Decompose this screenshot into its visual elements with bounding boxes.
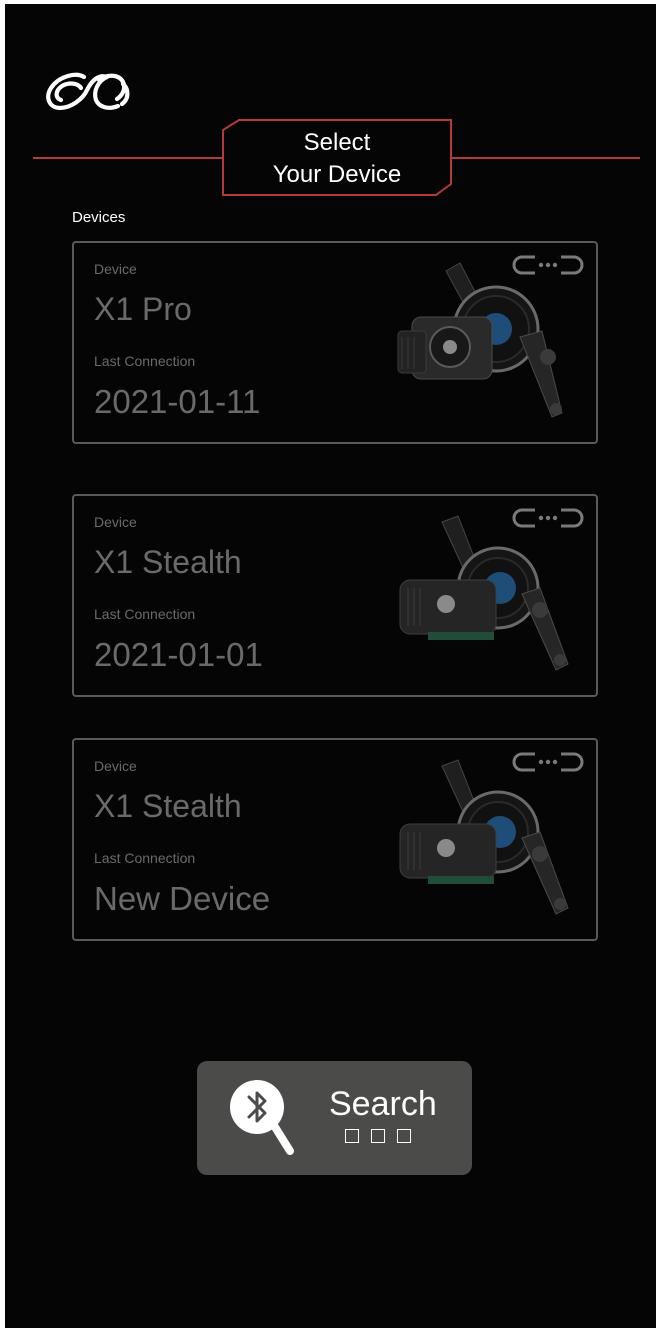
brand-logo: [46, 72, 130, 111]
last-connection-value: 2021-01-11: [94, 383, 261, 420]
device-selection-screen: Select Your Device Devices Device X1 Pro…: [5, 4, 656, 1328]
progress-dot: [371, 1129, 385, 1143]
devices-section-label: Devices: [72, 209, 126, 226]
header-line-right: [452, 157, 640, 159]
search-button[interactable]: Search: [197, 1061, 472, 1175]
last-connection-label: Last Connection: [94, 606, 196, 622]
device-name: X1 Stealth: [94, 788, 242, 824]
header-line-left: [33, 157, 224, 159]
device-label: Device: [94, 514, 137, 530]
device-name: X1 Pro: [94, 291, 192, 327]
device-name: X1 Stealth: [94, 544, 242, 580]
last-connection-value: New Device: [94, 880, 271, 917]
last-connection-value: 2021-01-01: [94, 636, 263, 673]
bluetooth-search-icon: [230, 1080, 294, 1155]
device-card-x1-pro[interactable]: Device X1 Pro Last Connection 2021-01-11: [72, 241, 598, 444]
search-progress-dots: [345, 1129, 417, 1145]
motor-image: [399, 759, 569, 915]
motor-image: [399, 515, 569, 671]
page-title: Select Your Device: [221, 118, 453, 197]
motor-image: [397, 262, 563, 418]
device-card-x1-stealth-new[interactable]: Device X1 Stealth Last Connection New De…: [72, 738, 598, 941]
progress-dot: [345, 1129, 359, 1143]
device-label: Device: [94, 261, 137, 277]
title-line-1: Select: [303, 129, 371, 156]
last-connection-label: Last Connection: [94, 850, 196, 866]
device-card-x1-stealth[interactable]: Device X1 Stealth Last Connection 2021-0…: [72, 494, 598, 697]
device-label: Device: [94, 758, 137, 774]
progress-dot: [397, 1129, 411, 1143]
search-label: Search: [329, 1085, 437, 1123]
page-title-text: Select Your Device: [221, 127, 453, 191]
title-line-2: Your Device: [272, 161, 402, 188]
last-connection-label: Last Connection: [94, 353, 196, 369]
